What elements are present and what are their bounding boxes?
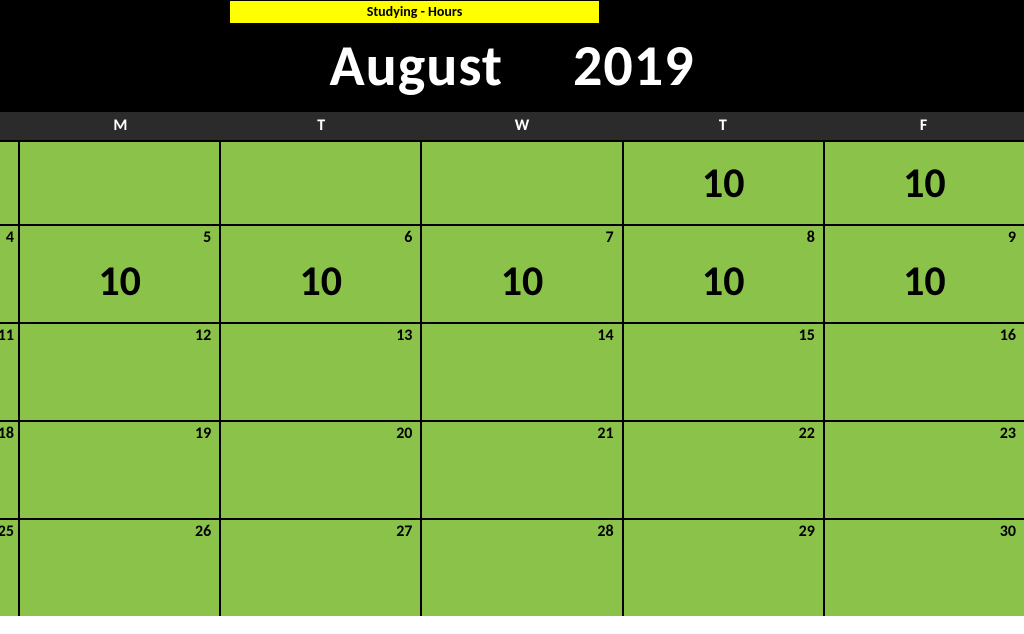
weekday-col-wed: W: [422, 112, 623, 140]
calendar-cell[interactable]: [422, 142, 623, 224]
day-number: 29: [799, 522, 815, 541]
day-number: 8: [807, 228, 815, 247]
weekday-col-tue: T: [221, 112, 422, 140]
cell-value: 10: [20, 256, 219, 307]
week-row: 11 12 13 14 15 16: [0, 322, 1024, 420]
weekday-header: M T W T F: [0, 112, 1024, 140]
day-number: 30: [1000, 522, 1016, 541]
month-label: August: [329, 30, 503, 101]
cell-value: 10: [624, 256, 823, 307]
day-number: 15: [799, 326, 815, 345]
day-number: 21: [597, 424, 613, 443]
week-row: 25 26 27 28 29 30: [0, 518, 1024, 616]
calendar-cell[interactable]: 30: [825, 520, 1024, 616]
calendar-cell[interactable]: 4: [0, 226, 20, 322]
calendar-cell[interactable]: 15: [624, 324, 825, 420]
day-number: 7: [606, 228, 614, 247]
calendar-cell[interactable]: 13: [221, 324, 422, 420]
cell-value: 10: [825, 158, 1024, 209]
day-number: 14: [597, 326, 613, 345]
day-number: 11: [0, 326, 14, 345]
calendar-cell[interactable]: 16: [825, 324, 1024, 420]
day-number: 9: [1008, 228, 1016, 247]
calendar-cell[interactable]: 22: [624, 422, 825, 518]
calendar-cell[interactable]: [20, 142, 221, 224]
calendar-cell[interactable]: 25: [0, 520, 20, 616]
day-number: 23: [1000, 424, 1016, 443]
day-number: 22: [799, 424, 815, 443]
calendar-cell[interactable]: 8 10: [624, 226, 825, 322]
cell-value: 10: [624, 158, 823, 209]
day-number: 27: [396, 522, 412, 541]
day-number: 12: [195, 326, 211, 345]
calendar-cell[interactable]: 20: [221, 422, 422, 518]
year-label: 2019: [573, 30, 695, 101]
calendar-body: 10 10 4 5 10 6 10 7 10 8 10 9 10: [0, 140, 1024, 616]
calendar-cell[interactable]: 5 10: [20, 226, 221, 322]
day-number: 20: [396, 424, 412, 443]
cell-value: 10: [422, 256, 621, 307]
calendar-cell[interactable]: 10: [825, 142, 1024, 224]
week-row: 4 5 10 6 10 7 10 8 10 9 10: [0, 224, 1024, 322]
weekday-col-empty: [0, 112, 20, 140]
cell-value: 10: [825, 256, 1024, 307]
week-row: 18 19 20 21 22 23: [0, 420, 1024, 518]
calendar-cell[interactable]: 28: [422, 520, 623, 616]
banner-title: Studying - Hours: [229, 0, 600, 24]
weekday-col-thu: T: [622, 112, 823, 140]
calendar-cell[interactable]: 14: [422, 324, 623, 420]
month-year: August 2019: [0, 30, 1024, 101]
day-number: 5: [203, 228, 211, 247]
day-number: 6: [404, 228, 412, 247]
day-number: 13: [396, 326, 412, 345]
calendar-cell[interactable]: 19: [20, 422, 221, 518]
day-number: 16: [1000, 326, 1016, 345]
day-number: 4: [6, 228, 14, 247]
calendar-cell[interactable]: [221, 142, 422, 224]
day-number: 28: [597, 522, 613, 541]
weekday-col-mon: M: [20, 112, 221, 140]
day-number: 18: [0, 424, 14, 443]
calendar-cell[interactable]: [0, 142, 20, 224]
calendar-cell[interactable]: 29: [624, 520, 825, 616]
day-number: 25: [0, 522, 14, 541]
calendar-cell[interactable]: 21: [422, 422, 623, 518]
day-number: 26: [195, 522, 211, 541]
calendar-header: Studying - Hours August 2019: [0, 0, 1024, 112]
calendar-cell[interactable]: 7 10: [422, 226, 623, 322]
calendar-cell[interactable]: 27: [221, 520, 422, 616]
calendar-cell[interactable]: 6 10: [221, 226, 422, 322]
calendar-cell[interactable]: 23: [825, 422, 1024, 518]
calendar-cell[interactable]: 18: [0, 422, 20, 518]
calendar-cell[interactable]: 26: [20, 520, 221, 616]
cell-value: 10: [221, 256, 420, 307]
calendar-cell[interactable]: 11: [0, 324, 20, 420]
calendar-cell[interactable]: 9 10: [825, 226, 1024, 322]
calendar-cell[interactable]: 10: [624, 142, 825, 224]
week-row: 10 10: [0, 140, 1024, 224]
calendar-cell[interactable]: 12: [20, 324, 221, 420]
day-number: 19: [195, 424, 211, 443]
weekday-col-fri: F: [823, 112, 1024, 140]
